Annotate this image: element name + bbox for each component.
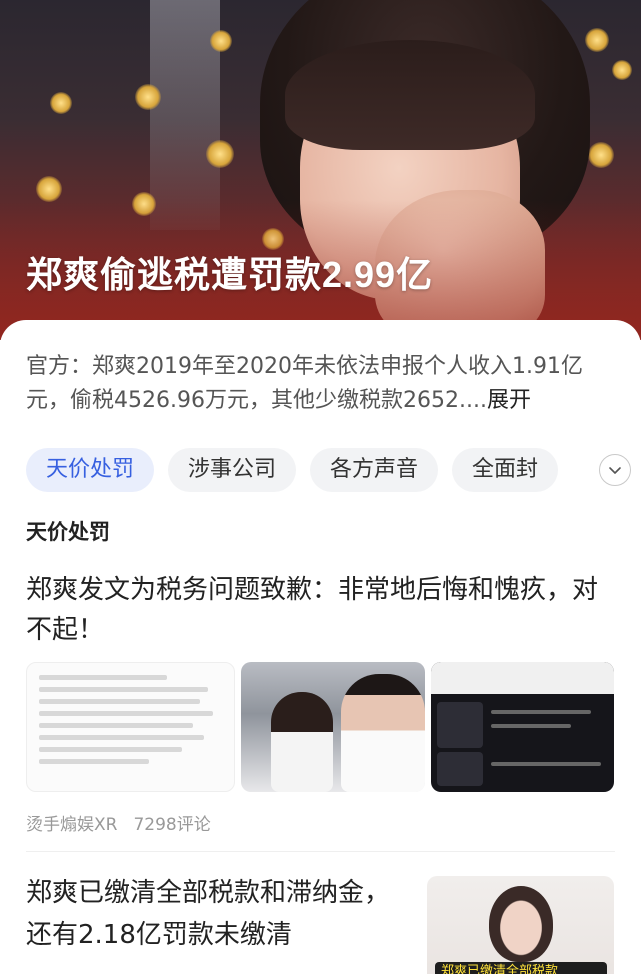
text-line [39,723,193,728]
thumbnail-caption: 郑爽已缴清全部税款 [435,962,607,974]
photo-person [341,674,425,792]
content-card: 官方：郑爽2019年至2020年未依法申报个人收入1.91亿元，偷税4526.9… [0,320,641,974]
hero-title: 郑爽偷逃税遭罚款2.99亿 [26,254,434,295]
news-image-strip[interactable] [26,662,614,792]
expand-link[interactable]: 展开 [487,388,531,413]
section-heading: 天价处罚 [26,520,110,544]
text-line [39,675,168,680]
hero-person-bangs [285,40,535,150]
screenshot-line [490,724,571,728]
thumbnail-person [489,886,553,962]
hero-banner[interactable]: 郑爽偷逃税遭罚款2.99亿 [0,0,641,340]
bokeh-light [36,176,62,202]
news-image-statement[interactable] [26,662,236,792]
bokeh-light [588,142,614,168]
text-line [39,687,208,692]
screenshot-tile [436,752,483,786]
news-title[interactable]: 郑爽已缴清全部税款和滞纳金，还有2.18亿罚款未缴清 [26,872,406,956]
chevron-down-icon [609,467,621,474]
tab-penalty[interactable]: 天价处罚 [26,448,155,492]
news-title[interactable]: 郑爽发文为税务问题致歉：非常地后悔和愧疚，对不起！ [26,570,616,650]
summary-text[interactable]: 官方：郑爽2019年至2020年未依法申报个人收入1.91亿元，偷税4526.9… [26,350,626,418]
photo-person [271,692,334,792]
topic-tabs: 天价处罚 涉事公司 各方声音 全面封 [26,448,641,492]
news-meta: 烫手煽娱XR 7298评论 [26,810,227,835]
tab-overview[interactable]: 全面封 [452,448,559,492]
divider [26,851,615,852]
news-thumbnail[interactable]: 郑爽已缴清全部税款 [427,876,614,974]
text-line [39,699,201,704]
tab-opinions[interactable]: 各方声音 [310,448,439,492]
bokeh-light [210,30,232,52]
news-comment-count[interactable]: 7298评论 [133,815,210,835]
bokeh-light [585,28,609,52]
text-line [39,735,204,740]
screenshot-line [490,762,601,766]
news-source[interactable]: 烫手煽娱XR [26,815,117,835]
screenshot-tile [436,702,483,748]
text-line [39,711,214,716]
tabs-expand-button[interactable] [599,454,631,486]
screenshot-line [490,710,591,714]
bokeh-light [135,84,161,110]
news-image-photo[interactable] [241,662,425,792]
bokeh-light [206,140,234,168]
tab-involved-company[interactable]: 涉事公司 [168,448,297,492]
text-line [39,759,149,764]
bokeh-light [612,60,632,80]
screenshot-header [430,662,614,694]
bokeh-light [50,92,72,114]
hero-background-light [150,0,220,230]
news-image-screenshot[interactable] [430,662,614,792]
text-line [39,747,182,752]
